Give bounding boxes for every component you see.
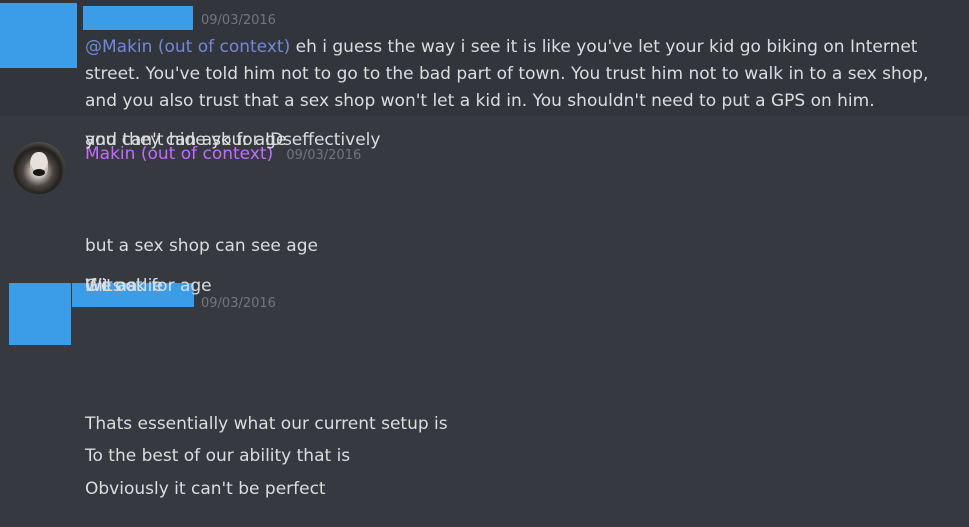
message-line: Thats essentially what our current setup… (85, 414, 448, 434)
message-timestamp: 09/03/2016 (201, 296, 276, 311)
redacted-avatar (9, 283, 71, 345)
redacted-avatar (0, 3, 77, 68)
message-line: but a sex shop can see age (85, 236, 318, 256)
message-group-1[interactable]: 09/03/2016 @Makin (out of context) eh i … (0, 0, 969, 116)
chat-message-list: 09/03/2016 @Makin (out of context) eh i … (0, 0, 969, 527)
message-line: Obviously it can't be perfect (85, 479, 326, 499)
redacted-username (83, 6, 193, 30)
message-line: and they can ask for IDs (85, 130, 292, 150)
message-line: To the best of our ability that is (85, 446, 351, 466)
husky-avatar-icon[interactable] (13, 142, 65, 194)
user-mention[interactable]: @Makin (out of context) (85, 37, 290, 57)
message-header: 09/03/2016 (201, 9, 276, 28)
message-timestamp: 09/03/2016 (201, 13, 276, 28)
message-line: Git oot (85, 276, 143, 296)
message-group-3[interactable]: 09/03/2016 Thats essentially what our cu… (0, 274, 969, 527)
message-group-2[interactable]: Makin (out of context) 09/03/2016 but a … (0, 128, 969, 268)
message-header: 09/03/2016 (201, 292, 276, 311)
message-content: @Makin (out of context) eh i guess the w… (85, 34, 955, 115)
